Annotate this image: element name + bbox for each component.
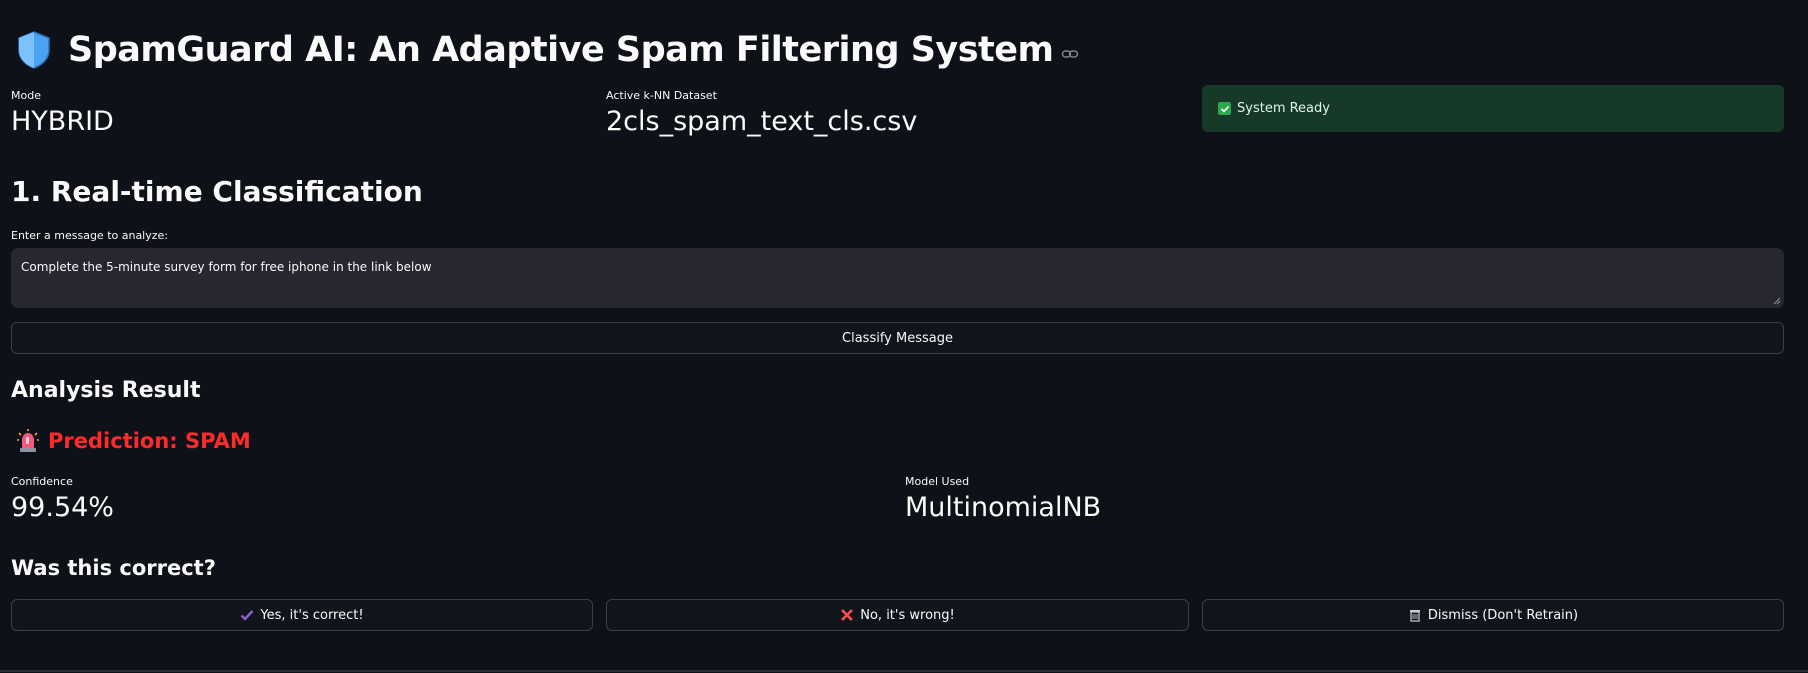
check-mark-icon bbox=[241, 610, 254, 621]
classification-heading: 1. Real-time Classification bbox=[11, 175, 423, 208]
message-input[interactable]: Complete the 5-minute survey form for fr… bbox=[11, 248, 1784, 308]
cross-mark-icon bbox=[841, 609, 854, 621]
yes-correct-label: Yes, it's correct! bbox=[260, 607, 364, 623]
classify-button[interactable]: Classify Message bbox=[11, 322, 1784, 354]
no-wrong-label: No, it's wrong! bbox=[860, 607, 955, 623]
link-icon[interactable] bbox=[1061, 45, 1079, 63]
app-page: SpamGuard AI: An Adaptive Spam Filtering… bbox=[0, 0, 1808, 673]
prediction-text: Prediction: SPAM bbox=[48, 429, 251, 453]
wastebasket-icon bbox=[1409, 610, 1420, 622]
title-row: SpamGuard AI: An Adaptive Spam Filtering… bbox=[16, 26, 1079, 74]
siren-icon bbox=[17, 429, 39, 452]
model-label: Model Used bbox=[905, 475, 970, 488]
status-alert: System Ready bbox=[1202, 85, 1784, 132]
dismiss-label: Dismiss (Don't Retrain) bbox=[1427, 607, 1579, 623]
message-input-text: Complete the 5-minute survey form for fr… bbox=[21, 260, 432, 274]
classify-button-label: Classify Message bbox=[842, 330, 953, 346]
dataset-value: 2cls_spam_text_cls.csv bbox=[606, 106, 918, 137]
check-box-icon bbox=[1218, 102, 1231, 115]
analysis-result-heading: Analysis Result bbox=[11, 378, 201, 403]
resize-handle-icon[interactable] bbox=[1773, 297, 1781, 305]
mode-label: Mode bbox=[11, 89, 41, 102]
message-input-label: Enter a message to analyze: bbox=[11, 229, 168, 242]
prediction-row: Prediction: SPAM bbox=[16, 428, 251, 454]
shield-icon bbox=[18, 31, 50, 69]
feedback-heading: Was this correct? bbox=[11, 556, 216, 580]
confidence-value: 99.54% bbox=[11, 492, 114, 523]
dataset-label: Active k-NN Dataset bbox=[606, 89, 717, 102]
no-wrong-button[interactable]: No, it's wrong! bbox=[606, 599, 1189, 631]
bottom-divider bbox=[0, 670, 1808, 672]
status-text: System Ready bbox=[1237, 101, 1330, 116]
page-title: SpamGuard AI: An Adaptive Spam Filtering… bbox=[68, 30, 1054, 70]
model-value: MultinomialNB bbox=[905, 492, 1102, 523]
yes-correct-button[interactable]: Yes, it's correct! bbox=[11, 599, 593, 631]
dismiss-button[interactable]: Dismiss (Don't Retrain) bbox=[1202, 599, 1784, 631]
mode-value: HYBRID bbox=[11, 106, 114, 137]
confidence-label: Confidence bbox=[11, 475, 73, 488]
